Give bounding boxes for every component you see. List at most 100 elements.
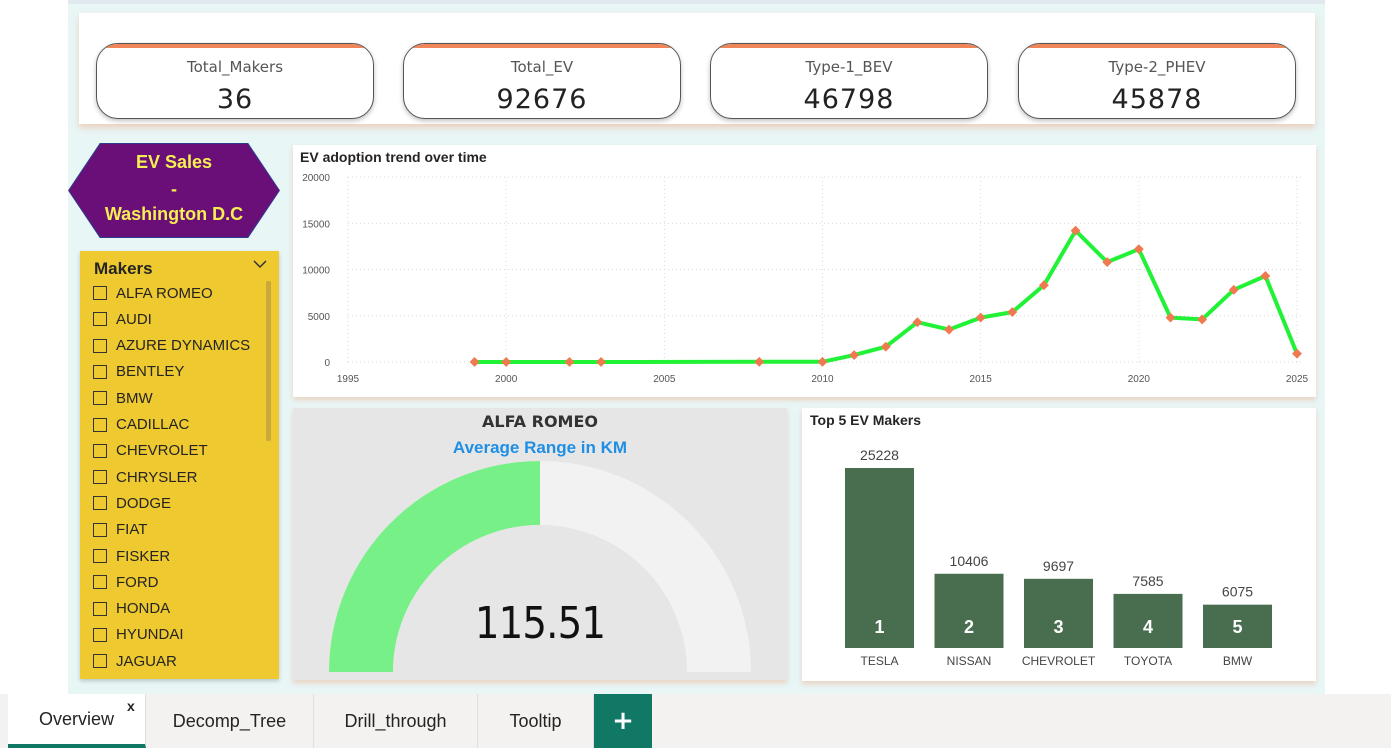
slicer-item-label: CADILLAC: [116, 416, 190, 433]
slicer-item[interactable]: DODGE: [93, 493, 171, 513]
checkbox[interactable]: [93, 364, 107, 379]
page-tab-bar: Overview x Decomp_Tree Drill_through Too…: [0, 694, 1391, 748]
checkbox[interactable]: [93, 654, 107, 669]
kpi-value: 46798: [803, 84, 895, 115]
tab-drill-through[interactable]: Drill_through: [314, 694, 478, 748]
kpi-label: Type-2_PHEV: [1108, 58, 1206, 76]
slicer-scrollbar[interactable]: [266, 281, 271, 441]
data-point: [849, 350, 860, 361]
slicer-item-label: AUDI: [116, 310, 152, 328]
close-icon[interactable]: x: [127, 698, 135, 714]
data-point: [754, 356, 765, 367]
slicer-item-label: ALFA ROMEO: [116, 284, 213, 302]
y-tick-label: 15000: [302, 219, 330, 230]
title-line-2: -: [171, 179, 177, 199]
tab-label: Decomp_Tree: [172, 710, 287, 731]
title-line-3: Washington D.C: [104, 204, 244, 224]
checkbox[interactable]: [93, 338, 107, 353]
tab-overview[interactable]: Overview: [8, 694, 146, 748]
category-label: CHEVROLET: [1022, 654, 1096, 668]
report-canvas: Total_Makers 36 Total_EV 92676 Type-1_BE…: [0, 0, 1391, 748]
checkbox[interactable]: [93, 470, 107, 485]
chevron-down-icon[interactable]: [252, 257, 268, 271]
data-label: 6075: [1222, 584, 1253, 600]
checkbox[interactable]: [93, 601, 107, 616]
adoption-trend-chart: 0 5000 10000 15000 20000 1995 2000 2005 2010 2015…: [293, 145, 1316, 397]
slicer-item[interactable]: CHEVROLET: [93, 441, 208, 461]
tab-label: Overview: [38, 708, 114, 729]
rank-label: 1: [874, 617, 884, 637]
makers-slicer: Makers ALFA ROMEO AUDI AZURE DYNAMICS BENTL…: [80, 251, 279, 679]
rank-label: 2: [964, 617, 974, 637]
slicer-item[interactable]: BMW: [93, 388, 153, 408]
checkbox[interactable]: [93, 522, 107, 537]
kpi-label: Total_EV: [510, 58, 574, 76]
slicer-item[interactable]: JAGUAR: [93, 651, 177, 671]
kpi-card-total-ev[interactable]: Total_EV 92676: [403, 43, 681, 119]
plus-icon: +: [612, 706, 634, 736]
data-label: 25228: [860, 447, 899, 463]
slicer-item[interactable]: FIAT: [93, 520, 147, 540]
tab-decomp-tree[interactable]: Decomp_Tree: [146, 694, 314, 748]
data-label: 10406: [950, 553, 989, 569]
kpi-value: 45878: [1111, 84, 1203, 115]
x-tick-label: 2000: [495, 374, 518, 385]
slicer-item-label: HONDA: [116, 600, 171, 618]
checkbox[interactable]: [93, 286, 107, 300]
y-tick-label: 10000: [302, 266, 330, 277]
category-label: NISSAN: [947, 654, 992, 668]
data-point: [817, 356, 828, 367]
x-tick-label: 2015: [970, 374, 993, 385]
add-page-button[interactable]: +: [594, 694, 652, 748]
slicer-item[interactable]: CADILLAC: [93, 415, 189, 435]
checkbox[interactable]: [93, 549, 107, 563]
kpi-card-type1-bev[interactable]: Type-1_BEV 46798: [710, 43, 988, 119]
slicer-item-label: CHEVROLET: [116, 442, 208, 460]
kpi-panel: Total_Makers 36 Total_EV 92676 Type-1_BE…: [79, 13, 1315, 124]
checkbox[interactable]: [93, 391, 107, 406]
kpi-card-type2-phev[interactable]: Type-2_PHEV 45878: [1018, 43, 1296, 119]
checkbox[interactable]: [93, 417, 107, 432]
top-divider: [68, 0, 1325, 4]
checkbox[interactable]: [93, 575, 107, 590]
y-tick-label: 0: [324, 358, 330, 369]
rank-label: 4: [1143, 617, 1153, 637]
tab-tooltip[interactable]: Tooltip: [478, 694, 594, 748]
tab-label: Tooltip: [509, 710, 562, 731]
x-tick-label: 2020: [1128, 374, 1151, 385]
slicer-item[interactable]: ALFA ROMEO: [93, 283, 213, 303]
slicer-item[interactable]: FORD: [93, 572, 159, 592]
slicer-item[interactable]: BENTLEY: [93, 362, 184, 382]
slicer-item[interactable]: CHRYSLER: [93, 467, 197, 487]
title-line-1: EV Sales: [135, 152, 213, 172]
category-label: BMW: [1223, 654, 1253, 668]
x-tick-label: 1995: [337, 374, 360, 385]
y-tick-label: 20000: [302, 173, 330, 184]
slicer-item-label: AZURE DYNAMICS: [116, 337, 251, 355]
slicer-item[interactable]: AZURE DYNAMICS: [93, 336, 250, 356]
slicer-item[interactable]: AUDI: [93, 309, 152, 329]
chart-title: EV adoption trend over time: [300, 149, 487, 165]
kpi-label: Total_Makers: [186, 58, 284, 76]
checkbox[interactable]: [93, 627, 107, 642]
line-chart-svg: 0 5000 10000 15000 20000 1995 2000 2005 2010 2015…: [302, 173, 1308, 385]
kpi-value: 36: [216, 84, 254, 115]
slicer-item[interactable]: FISKER: [93, 546, 170, 566]
checkbox[interactable]: [93, 496, 107, 511]
slicer-item-label: BMW: [116, 389, 153, 407]
slicer-item[interactable]: HYUNDAI: [93, 625, 184, 645]
rank-label: 3: [1053, 617, 1063, 637]
average-range-gauge: ALFA ROMEO Average Range in KM 115.51: [293, 408, 787, 680]
bar: [1024, 578, 1093, 648]
slicer-item-label: FISKER: [116, 547, 171, 565]
checkbox[interactable]: [93, 312, 107, 327]
slicer-item[interactable]: HONDA: [93, 599, 170, 619]
data-point: [564, 357, 575, 367]
slicer-item-label: FORD: [116, 573, 159, 591]
title-hexagon: EV Sales - Washington D.C: [69, 144, 279, 237]
checkbox[interactable]: [93, 443, 107, 458]
chart-title: Top 5 EV Makers: [810, 412, 922, 428]
kpi-card-total-makers[interactable]: Total_Makers 36: [96, 43, 374, 119]
tab-label: Drill_through: [344, 710, 447, 731]
data-point: [596, 357, 607, 367]
